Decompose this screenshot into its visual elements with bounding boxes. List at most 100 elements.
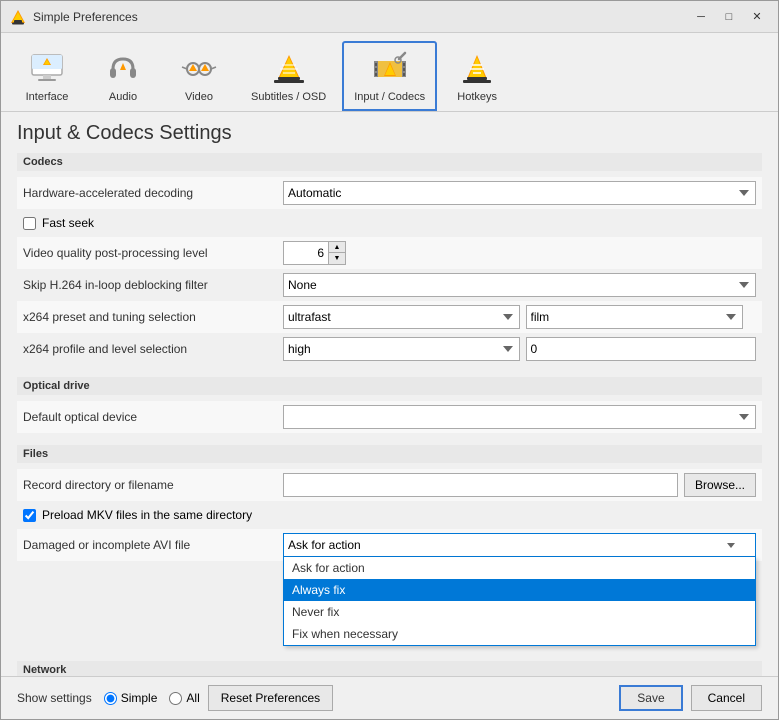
video-icon: [179, 49, 219, 89]
tab-input-label: Input / Codecs: [354, 91, 425, 103]
minimize-button[interactable]: ─: [688, 6, 714, 28]
simple-radio-text: Simple: [121, 691, 158, 705]
tab-audio-label: Audio: [109, 91, 137, 103]
tab-audio[interactable]: Audio: [87, 41, 159, 111]
default-device-select[interactable]: [283, 405, 756, 429]
dropdown-caret-icon: [727, 543, 735, 548]
record-dir-control: Browse...: [283, 473, 756, 497]
settings-scroll-area: Codecs Hardware-accelerated decoding Aut…: [1, 153, 778, 676]
tab-hotkeys[interactable]: Hotkeys: [441, 41, 513, 111]
maximize-button[interactable]: □: [716, 6, 742, 28]
x264-preset-label: x264 preset and tuning selection: [23, 310, 283, 324]
tab-subtitles[interactable]: Subtitles / OSD: [239, 41, 338, 111]
browse-button[interactable]: Browse...: [684, 473, 756, 497]
spinner-buttons: ▲ ▼: [328, 242, 345, 264]
fast-seek-row: Fast seek: [17, 209, 762, 237]
video-quality-input[interactable]: [284, 242, 328, 264]
radio-group: Simple All: [104, 691, 200, 705]
show-settings-label: Show settings: [17, 691, 92, 705]
hardware-decoding-row: Hardware-accelerated decoding Automatic …: [17, 177, 762, 209]
all-radio-text: All: [186, 691, 199, 705]
hotkeys-icon: [457, 49, 497, 89]
optical-section: Optical drive Default optical device: [17, 377, 762, 433]
optical-header: Optical drive: [17, 377, 762, 395]
default-device-label: Default optical device: [23, 410, 283, 424]
video-quality-spinner: ▲ ▼: [283, 241, 346, 265]
x264-profile-label: x264 profile and level selection: [23, 342, 283, 356]
interface-icon: [27, 49, 67, 89]
tab-video[interactable]: Video: [163, 41, 235, 111]
simple-radio-label[interactable]: Simple: [104, 691, 158, 705]
damaged-avi-control: Ask for action Ask for action Always fix…: [283, 533, 756, 557]
settings-container: Codecs Hardware-accelerated decoding Aut…: [1, 153, 778, 676]
fast-seek-checkbox[interactable]: [23, 217, 36, 230]
video-quality-label: Video quality post-processing level: [23, 246, 283, 260]
dropdown-item-never[interactable]: Never fix: [284, 601, 755, 623]
files-header: Files: [17, 445, 762, 463]
damaged-avi-value: Ask for action: [288, 538, 361, 552]
input-icon: [370, 49, 410, 89]
tab-input[interactable]: Input / Codecs: [342, 41, 437, 111]
content-area: Input & Codecs Settings Codecs Hardware-…: [1, 112, 778, 676]
spinner-up-button[interactable]: ▲: [329, 242, 345, 253]
default-device-control: [283, 405, 756, 429]
tab-video-label: Video: [185, 91, 213, 103]
window-controls: ─ □ ✕: [688, 6, 770, 28]
app-icon: [9, 8, 27, 26]
tab-subtitles-label: Subtitles / OSD: [251, 91, 326, 103]
damaged-avi-label: Damaged or incomplete AVI file: [23, 538, 283, 552]
video-quality-control: ▲ ▼: [283, 241, 756, 265]
hardware-decoding-select[interactable]: Automatic DirectX 11 (D3D11) DirectX 9 (…: [283, 181, 756, 205]
reset-button[interactable]: Reset Preferences: [208, 685, 333, 711]
fast-seek-label: Fast seek: [42, 216, 94, 230]
preload-mkv-label: Preload MKV files in the same directory: [42, 508, 252, 522]
dropdown-item-fix-when[interactable]: Fix when necessary: [284, 623, 755, 645]
record-dir-label: Record directory or filename: [23, 478, 283, 492]
damaged-avi-dropdown[interactable]: Ask for action Ask for action Always fix…: [283, 533, 756, 557]
x264-level-input[interactable]: [526, 337, 757, 361]
window-title: Simple Preferences: [33, 10, 688, 24]
network-header: Network: [17, 661, 762, 676]
all-radio-label[interactable]: All: [169, 691, 199, 705]
damaged-avi-row: Damaged or incomplete AVI file Ask for a…: [17, 529, 762, 561]
x264-preset-row: x264 preset and tuning selection ultrafa…: [17, 301, 762, 333]
preload-mkv-checkbox[interactable]: [23, 509, 36, 522]
damaged-avi-list: Ask for action Always fix Never fix Fix …: [283, 557, 756, 646]
simple-radio[interactable]: [104, 692, 117, 705]
hardware-decoding-label: Hardware-accelerated decoding: [23, 186, 283, 200]
x264-tune-select[interactable]: film animation grain stillimage psnr ssi…: [526, 305, 744, 329]
cancel-button[interactable]: Cancel: [691, 685, 762, 711]
spinner-down-button[interactable]: ▼: [329, 253, 345, 264]
x264-profile-select[interactable]: high baseline main high10 high422 high44…: [283, 337, 520, 361]
title-bar: Simple Preferences ─ □ ✕: [1, 1, 778, 33]
save-button[interactable]: Save: [619, 685, 682, 711]
preload-mkv-row: Preload MKV files in the same directory: [17, 501, 762, 529]
skip-h264-row: Skip H.264 in-loop deblocking filter Non…: [17, 269, 762, 301]
video-quality-row: Video quality post-processing level ▲ ▼: [17, 237, 762, 269]
dropdown-item-ask[interactable]: Ask for action: [284, 557, 755, 579]
skip-h264-label: Skip H.264 in-loop deblocking filter: [23, 278, 283, 292]
tab-interface[interactable]: Interface: [11, 41, 83, 111]
tab-interface-label: Interface: [26, 91, 69, 103]
x264-preset-control: ultrafast superfast veryfast faster fast…: [283, 305, 756, 329]
codecs-section: Codecs Hardware-accelerated decoding Aut…: [17, 153, 762, 365]
codecs-header: Codecs: [17, 153, 762, 171]
record-dir-row: Record directory or filename Browse...: [17, 469, 762, 501]
files-section: Files Record directory or filename Brows…: [17, 445, 762, 561]
network-section: Network Default caching policy: [17, 661, 762, 676]
all-radio[interactable]: [169, 692, 182, 705]
nav-tabs: Interface Audio: [1, 33, 778, 112]
close-button[interactable]: ✕: [744, 6, 770, 28]
dropdown-item-always[interactable]: Always fix: [284, 579, 755, 601]
x264-preset-select[interactable]: ultrafast superfast veryfast faster fast…: [283, 305, 520, 329]
footer-bar: Show settings Simple All Reset Preferenc…: [1, 676, 778, 719]
damaged-avi-header[interactable]: Ask for action: [283, 533, 756, 557]
skip-h264-select[interactable]: None Non-ref Bidir Non-key All: [283, 273, 756, 297]
settings-scroll[interactable]: Codecs Hardware-accelerated decoding Aut…: [1, 153, 778, 676]
x264-profile-row: x264 profile and level selection high ba…: [17, 333, 762, 365]
record-dir-input[interactable]: [283, 473, 678, 497]
x264-profile-control: high baseline main high10 high422 high44…: [283, 337, 756, 361]
subtitles-icon: [269, 49, 309, 89]
tab-hotkeys-label: Hotkeys: [457, 91, 497, 103]
page-title: Input & Codecs Settings: [1, 112, 778, 153]
